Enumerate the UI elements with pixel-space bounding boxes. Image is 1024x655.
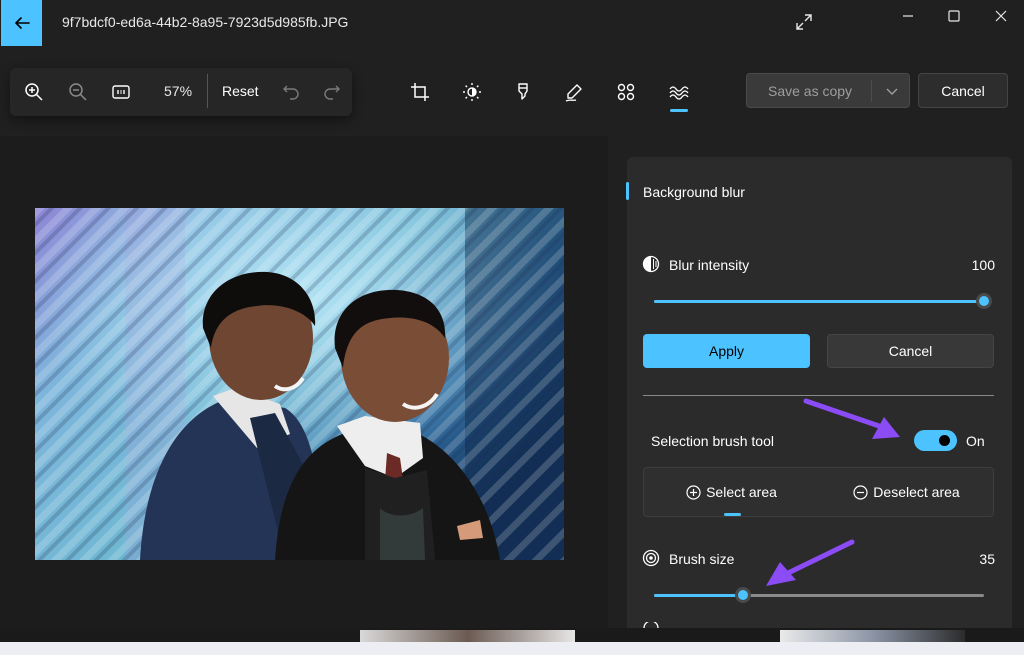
actual-size-icon [112,85,130,99]
brush-size-value: 35 [979,551,995,567]
undo-button[interactable] [279,80,303,104]
selection-brush-label: Selection brush tool [651,433,774,449]
close-button[interactable] [978,2,1024,30]
full-screen-button[interactable] [782,8,826,36]
blur-intensity-value: 100 [971,257,995,273]
save-as-copy-button[interactable]: Save as copy [746,73,910,108]
zoom-in-button[interactable] [22,80,46,104]
brightness-icon [463,83,481,101]
selection-mode-segmented: Select area Deselect area [643,467,994,517]
blur-intensity-label: Blur intensity [669,257,750,273]
redo-button[interactable] [320,80,344,104]
brush-size-slider[interactable] [654,587,984,603]
crop-icon [411,83,429,101]
actual-size-button[interactable] [109,80,133,104]
crop-tool-button[interactable] [408,80,432,104]
close-icon [995,10,1007,22]
retouch-tool-button[interactable] [614,80,638,104]
blur-intensity-fill [654,300,984,303]
toolbar: 57% Reset Save as copy Cancel [0,46,1024,136]
photo-image [35,208,564,560]
redo-icon [324,85,340,100]
brush-size-icon [642,549,660,567]
deselect-area-button[interactable]: Deselect area [819,468,994,516]
annotation-arrow-toggle [803,398,900,439]
expand-icon [796,14,812,30]
cancel-button[interactable]: Cancel [827,334,994,368]
brush-size-label: Brush size [669,551,735,567]
active-tool-indicator [670,109,688,112]
minimize-button[interactable] [885,2,931,30]
brush-size-fill [654,594,744,597]
zoom-in-icon [25,83,43,101]
marker-icon [518,83,528,100]
title-bar: 9f7bdcf0-ed6a-44b2-8a95-7923d5d985fb.JPG [0,0,1024,46]
background-blur-icon [669,86,689,100]
taskbar-edge [0,642,1024,655]
selection-brush-toggle[interactable] [914,430,957,451]
selection-brush-state: On [966,433,985,449]
section-title: Background blur [643,184,745,200]
blur-intensity-thumb[interactable] [976,293,992,309]
select-area-label: Select area [706,484,777,500]
adjustment-tool-button[interactable] [460,80,484,104]
zoom-level: 57% [164,83,193,99]
blur-intensity-icon [642,255,660,273]
filter-tool-button[interactable] [511,80,535,104]
minimize-icon [903,15,913,17]
maximize-icon [948,10,960,22]
image-canvas[interactable] [0,136,608,628]
arrow-left-icon [14,17,30,29]
toolbar-divider [207,74,208,108]
photo-preview[interactable] [35,208,564,560]
brush-size-thumb[interactable] [735,587,752,603]
background-blur-tool-button[interactable] [667,80,691,104]
pen-icon [565,84,582,102]
zoom-out-icon [69,83,87,101]
select-area-button[interactable]: Select area [644,468,819,516]
save-as-copy-label: Save as copy [768,83,853,99]
minus-circle-icon [853,484,868,500]
annotation-arrow-brush-size [766,539,855,586]
section-accent [626,182,629,200]
cancel-edit-button[interactable]: Cancel [918,73,1008,108]
plus-circle-icon [686,484,701,500]
blur-intensity-slider[interactable] [654,293,992,309]
zoom-out-button[interactable] [66,80,90,104]
chevron-down-icon[interactable] [885,84,899,98]
markup-tool-button[interactable] [562,80,586,104]
selected-segment-indicator [724,513,741,516]
split-divider [871,80,872,102]
apply-button[interactable]: Apply [643,334,810,368]
deselect-area-label: Deselect area [873,484,960,500]
reset-button[interactable]: Reset [222,83,259,99]
toggle-knob [939,435,950,446]
retouch-icon [617,83,635,101]
maximize-button[interactable] [931,2,977,30]
file-name: 9f7bdcf0-ed6a-44b2-8a95-7923d5d985fb.JPG [62,14,349,30]
undo-icon [283,85,299,100]
back-button[interactable] [1,0,42,46]
